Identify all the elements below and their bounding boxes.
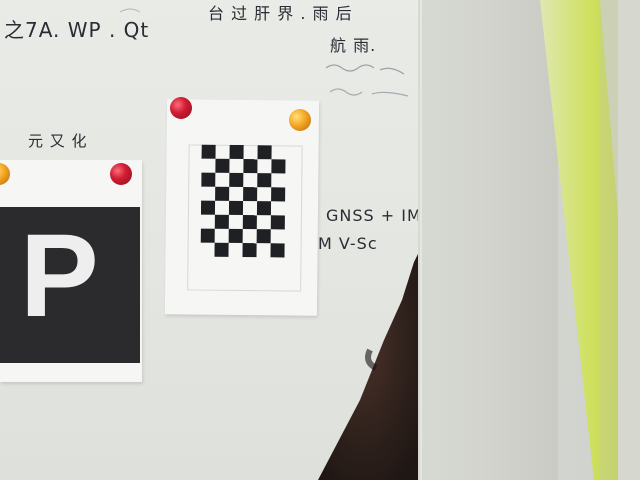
checker-square	[215, 158, 230, 173]
checkerboard-paper	[164, 99, 320, 316]
red-magnet	[110, 163, 132, 185]
camera-frame: 之7A. WP . Qt 台 过 肝 界 . 雨 后 航 雨. GNSS + I…	[0, 0, 640, 480]
parking-sign-block: P	[0, 207, 140, 363]
checker-square	[201, 172, 216, 187]
checker-square	[228, 200, 244, 216]
checker-square	[270, 243, 285, 258]
red-magnet	[170, 97, 192, 119]
checker-square	[200, 200, 216, 215]
checker-square	[201, 144, 216, 159]
checker-square	[214, 242, 229, 257]
checker-square	[271, 159, 286, 174]
yellow-magnet	[289, 109, 311, 131]
checker-square	[242, 215, 257, 230]
checker-square	[271, 187, 286, 202]
checker-square	[229, 144, 244, 160]
checker-square	[215, 186, 230, 201]
checkerboard-pattern	[200, 144, 286, 258]
checker-square	[243, 187, 258, 202]
checker-square	[242, 243, 257, 258]
checker-square	[243, 159, 258, 174]
checker-square	[256, 229, 271, 244]
checker-square	[257, 173, 272, 188]
checker-square	[228, 228, 243, 244]
checker-square	[270, 215, 285, 230]
checker-square	[214, 214, 229, 229]
parking-sign-paper: P	[0, 160, 142, 382]
checker-square	[257, 145, 272, 160]
parking-letter: P	[20, 210, 99, 342]
checker-square	[200, 228, 215, 243]
checker-square	[256, 201, 272, 216]
checker-square	[229, 172, 244, 188]
